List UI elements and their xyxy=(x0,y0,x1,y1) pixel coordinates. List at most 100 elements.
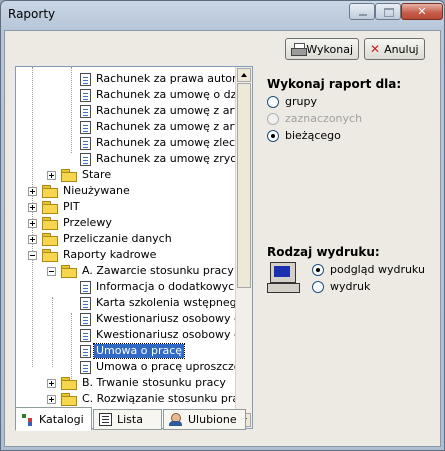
tree-item-label: Przelewy xyxy=(63,216,112,229)
tree-item[interactable]: PIT xyxy=(28,199,82,215)
tree-scrollbar[interactable] xyxy=(235,67,252,428)
tree-item[interactable]: Kwestionariusz osobowy dla xyxy=(80,311,236,327)
document-icon xyxy=(80,280,91,294)
expand-icon[interactable] xyxy=(47,378,56,388)
tree-item-label: Stare xyxy=(82,168,112,181)
folder-icon xyxy=(61,377,77,390)
minimize-button[interactable] xyxy=(349,3,375,20)
tree-item[interactable]: Informacja o dodatkowych w xyxy=(80,279,236,295)
tree-item[interactable]: Karta szkolenia wstępnego B xyxy=(80,295,236,311)
radio-button[interactable] xyxy=(312,263,324,276)
radio-biezacego[interactable]: bieżącego xyxy=(267,129,341,142)
tree-item-label: Kwestionariusz osobowy dla xyxy=(96,312,236,325)
folder-icon xyxy=(42,185,58,198)
tree-item[interactable]: B. Trwanie stosunku pracy xyxy=(47,375,228,391)
radio-label: podgląd wydruku xyxy=(330,263,425,276)
expand-icon[interactable] xyxy=(28,218,37,228)
radio-button[interactable] xyxy=(312,280,324,293)
radio-button xyxy=(267,112,279,125)
tab-ulubione[interactable]: Ulubione xyxy=(163,409,246,430)
tree-item[interactable]: Rachunek za prawa autorski xyxy=(80,71,236,87)
document-icon xyxy=(80,136,91,150)
collapse-icon[interactable] xyxy=(47,266,56,276)
tree-item-label: Nieużywane xyxy=(63,184,130,197)
collapse-icon[interactable] xyxy=(28,250,37,260)
scroll-up-icon[interactable] xyxy=(237,68,251,82)
expand-icon[interactable] xyxy=(47,170,56,180)
expand-icon[interactable] xyxy=(28,186,37,196)
expand-icon[interactable] xyxy=(47,394,56,404)
print-type-title: Rodzaj wydruku: xyxy=(267,245,380,259)
tree-item[interactable]: C. Rozwiązanie stosunku pracy xyxy=(47,391,236,407)
tree-item-label: PIT xyxy=(63,200,80,213)
radio-zaznaczonych: zaznaczonych xyxy=(267,112,362,125)
document-icon xyxy=(80,328,91,342)
report-tree-viewport: Rachunek za prawa autorski Rachunek za u… xyxy=(16,67,236,428)
tree-item-label: B. Trwanie stosunku pracy xyxy=(82,376,226,389)
radio-label: wydruk xyxy=(330,280,371,293)
cancel-x-icon: ✕ xyxy=(370,42,381,56)
radio-button[interactable] xyxy=(267,129,279,142)
tree-item[interactable]: Rachunek za umowę z art.1 xyxy=(80,103,236,119)
tree-item-label: Rachunek za umowę z art.1 xyxy=(96,120,236,133)
document-icon xyxy=(80,88,91,102)
tree-item-label: Rachunek za umowę zryczał xyxy=(96,152,236,165)
favorites-user-icon xyxy=(169,412,183,427)
tree-item[interactable]: Przeliczanie danych xyxy=(28,231,174,247)
tree-item[interactable]: Raporty kadrowe xyxy=(28,247,158,263)
tree-item[interactable]: Umowa o pracę uproszczona xyxy=(80,359,236,375)
printer-icon xyxy=(291,42,308,56)
tree-guide-line xyxy=(71,313,72,383)
radio-label: zaznaczonych xyxy=(285,112,363,125)
report-tree[interactable]: Rachunek za prawa autorski Rachunek za u… xyxy=(15,66,253,429)
dialog-client-area: Wykonaj ✕ Anuluj Rachunek za prawa auto r… xyxy=(4,30,441,447)
folder-icon xyxy=(42,201,58,214)
monitor-icon xyxy=(267,261,300,294)
tree-view-icon xyxy=(21,413,34,426)
document-icon xyxy=(80,296,91,310)
document-icon xyxy=(80,104,91,118)
folder-icon xyxy=(42,217,58,230)
expand-icon[interactable] xyxy=(28,234,37,244)
folder-icon xyxy=(61,265,77,278)
radio-grupy[interactable]: grupy xyxy=(267,95,317,108)
run-button[interactable]: Wykonaj xyxy=(285,38,359,60)
tree-item[interactable]: A. Zawarcie stosunku pracy xyxy=(47,263,236,279)
tree-item[interactable]: Rachunek za umowę zryczał xyxy=(80,151,236,167)
tab-katalogi[interactable]: Katalogi xyxy=(15,407,92,431)
expand-icon[interactable] xyxy=(28,202,37,212)
tab-lista[interactable]: Lista xyxy=(93,409,162,430)
title-bar[interactable]: Raporty ✕ xyxy=(1,1,444,29)
tree-item-label: Rachunek za umowę o dzieł xyxy=(96,88,236,101)
document-icon xyxy=(80,312,91,326)
radio-button[interactable] xyxy=(267,95,279,108)
run-button-label: Wykonaj xyxy=(306,42,353,56)
tree-item-label: Umowa o pracę uproszczona xyxy=(96,360,236,373)
tree-item[interactable]: Stare xyxy=(47,167,113,183)
tree-item[interactable]: Rachunek za umowę o dzieł xyxy=(80,87,236,103)
raporty-window: Raporty ✕ Wykonaj ✕ Anuluj Rachunek za p… xyxy=(0,0,445,451)
tree-item[interactable]: Rachunek za umowę z art.1 xyxy=(80,119,236,135)
document-icon xyxy=(80,360,91,374)
tree-item[interactable]: Nieużywane xyxy=(28,183,132,199)
radio-wydruk[interactable]: wydruk xyxy=(312,280,370,293)
tree-item-selected[interactable]: Umowa o pracę xyxy=(80,343,186,359)
document-icon xyxy=(80,120,91,134)
window-title: Raporty xyxy=(8,7,56,21)
tree-item[interactable]: Rachunek za umowę zlecen xyxy=(80,135,236,151)
close-button[interactable]: ✕ xyxy=(401,3,443,20)
tab-label: Katalogi xyxy=(39,412,84,426)
tree-item[interactable]: Kwestionariusz osobowy dla xyxy=(80,327,236,343)
radio-podglad[interactable]: podgląd wydruku xyxy=(312,263,425,276)
document-icon xyxy=(80,344,91,358)
folder-icon xyxy=(42,249,58,262)
tree-item[interactable]: Przelewy xyxy=(28,215,114,231)
scroll-thumb[interactable] xyxy=(237,83,251,288)
tree-item-label: Informacja o dodatkowych w xyxy=(96,280,236,293)
tree-item-label: Raporty kadrowe xyxy=(63,248,157,261)
tree-item-label: A. Zawarcie stosunku pracy xyxy=(82,264,234,277)
tab-label: Ulubione xyxy=(188,413,237,426)
cancel-button[interactable]: ✕ Anuluj xyxy=(364,38,425,60)
radio-label: bieżącego xyxy=(285,129,341,142)
maximize-button[interactable] xyxy=(375,3,401,20)
